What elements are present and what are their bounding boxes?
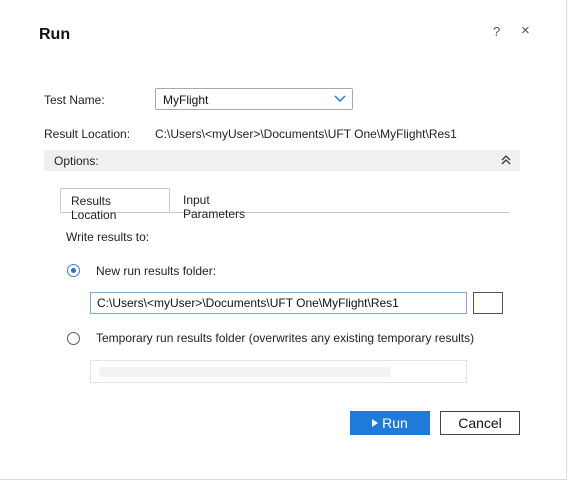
new-folder-radio[interactable] [67, 264, 80, 277]
new-folder-path-input[interactable] [90, 292, 467, 314]
temp-folder-label: Temporary run results folder (overwrites… [96, 331, 475, 345]
test-name-dropdown[interactable]: MyFlight [155, 88, 353, 110]
test-name-label: Test Name: [44, 93, 105, 107]
temp-folder-path-input[interactable] [90, 360, 467, 383]
cancel-button[interactable]: Cancel [440, 411, 520, 435]
double-chevron-up-icon[interactable] [500, 154, 512, 166]
tab-input-parameters[interactable]: Input Parameters [173, 188, 283, 221]
options-label: Options: [54, 154, 99, 168]
close-icon[interactable]: × [521, 22, 530, 39]
temp-folder-radio[interactable] [67, 332, 80, 345]
tab-results-location[interactable]: Results Location [60, 188, 170, 222]
result-location-value: C:\Users\<myUser>\Documents\UFT One\MyFl… [155, 127, 457, 141]
run-button[interactable]: Run [350, 411, 430, 435]
result-location-label: Result Location: [44, 127, 131, 141]
test-name-value: MyFlight [163, 93, 209, 107]
write-results-label: Write results to: [66, 230, 150, 244]
help-icon[interactable]: ? [493, 24, 500, 39]
options-section-header[interactable]: Options: [44, 150, 520, 171]
disabled-placeholder [99, 367, 391, 377]
run-dialog: Run ? × Test Name: MyFlight Result Locat… [0, 0, 567, 480]
chevron-down-icon [334, 95, 346, 103]
browse-button[interactable] [473, 292, 503, 314]
play-icon [372, 419, 379, 427]
run-button-label: Run [382, 415, 408, 431]
new-folder-label: New run results folder: [96, 264, 217, 278]
options-tabs: Results Location Input Parameters [60, 188, 510, 222]
dialog-title: Run [39, 26, 71, 43]
